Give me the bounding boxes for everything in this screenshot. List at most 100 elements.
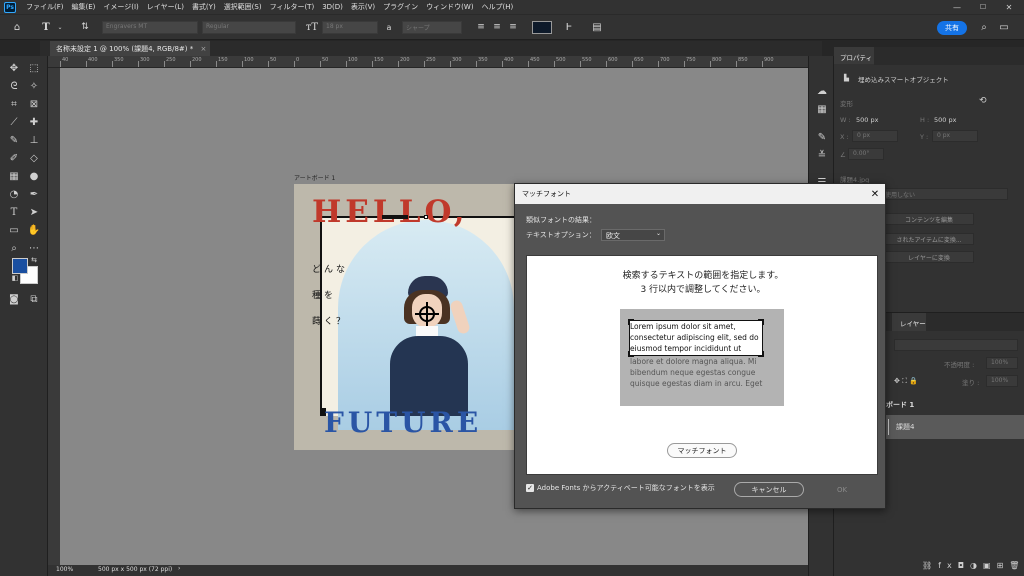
zoom-level[interactable]: 100% [56,566,73,573]
font-family-field[interactable]: Engravers MT [102,21,198,34]
sample-text-area[interactable]: Lorem ipsum dolor sit amet, consectetur … [620,309,784,406]
lasso-tool-icon[interactable]: ᘓ [6,79,22,94]
y-field[interactable]: 0 px [932,130,978,142]
layers-tab[interactable]: レイヤー [900,318,926,328]
menu-edit[interactable]: 編集(E) [68,2,100,12]
quick-mask-icon[interactable]: ◙ [6,292,22,307]
adjustments-panel-icon[interactable]: ✎ [814,130,830,145]
future-text[interactable]: FUTURE [324,406,482,439]
swatches-panel-icon[interactable]: ▦ [814,102,830,117]
layer-filter-field[interactable] [894,339,1018,351]
dialog-close-button[interactable]: ✕ [867,186,883,202]
fill-field[interactable]: 100% [986,375,1018,387]
zoom-tool-icon[interactable]: ⌕ [6,241,22,256]
foreground-color-swatch[interactable] [12,258,28,274]
gradient-tool-icon[interactable]: ▦ [6,169,22,184]
menu-filter[interactable]: フィルター(T) [266,2,319,12]
antialias-field[interactable]: シャープ [402,21,462,34]
align-center-icon[interactable]: ≡ [490,20,504,34]
ok-button[interactable]: OK [812,482,872,497]
marquee-tool-icon[interactable]: ⬚ [26,61,42,76]
document-size-info[interactable]: 500 px x 500 px (72 ppi) [98,566,172,573]
screen-mode-icon[interactable]: ⧉ [26,292,42,307]
hand-tool-icon[interactable]: ✋ [26,223,42,238]
x-field[interactable]: 0 px [852,130,898,142]
menu-file[interactable]: ファイル(F) [22,2,68,12]
move-tool-icon[interactable]: ✥ [6,61,22,76]
menu-layer[interactable]: レイヤー(L) [143,2,188,12]
comps-select[interactable]: を使用しない [874,188,1008,200]
layer-actions-icons[interactable]: ⛓fx◘◑▣⊞🗑 [922,561,1024,570]
menu-image[interactable]: イメージ(I) [99,2,142,12]
swap-colors-icon[interactable]: ⇆ [29,255,39,265]
selection-corner-br[interactable] [758,351,764,357]
selection-handle-top[interactable] [382,215,408,219]
default-colors-icon[interactable]: ◧ [10,273,20,283]
type-tool-icon[interactable]: T [6,205,22,220]
maximize-button[interactable]: ☐ [970,0,996,14]
artboard[interactable]: HELLO, どんな 種を 蒔く？ FUTURE [294,184,514,450]
healing-brush-tool-icon[interactable]: ✚ [26,115,42,130]
chevron-down-icon[interactable]: ⌄ [53,20,67,34]
match-font-button[interactable]: マッチフォント [667,443,737,458]
panels-toggle-icon[interactable]: ▤ [590,20,604,34]
workspace-icon[interactable]: ▭ [997,20,1011,34]
convert-layers-button[interactable]: レイヤーに変換 [884,251,974,263]
path-selection-tool-icon[interactable]: ➤ [26,205,42,220]
edit-contents-button[interactable]: コンテンツを編集 [884,213,974,225]
tab-close-icon[interactable]: × [200,45,206,53]
stamp-tool-icon[interactable]: ⊥ [26,133,42,148]
brush-tool-icon[interactable]: ✎ [6,133,22,148]
w-value[interactable]: 500 px [856,116,878,124]
menu-plugins[interactable]: プラグイン [379,2,422,12]
lock-icons[interactable]: ✥ ⛶ 🔒 [894,377,918,386]
opacity-field[interactable]: 100% [986,357,1018,369]
adobe-fonts-checkbox[interactable]: ✓ [526,484,534,492]
warp-text-icon[interactable]: Ⱶ [562,20,576,34]
brushes-panel-icon[interactable]: ≚ [814,148,830,163]
reset-transform-icon[interactable]: ⟲ [979,96,987,106]
menu-help[interactable]: ヘルプ(H) [478,2,518,12]
pen-tool-icon[interactable]: ✒ [26,187,42,202]
blur-tool-icon[interactable]: ● [26,169,42,184]
align-right-icon[interactable]: ≡ [506,20,520,34]
dodge-tool-icon[interactable]: ◔ [6,187,22,202]
align-left-icon[interactable]: ≡ [474,20,488,34]
cancel-button[interactable]: キャンセル [734,482,804,497]
menu-type[interactable]: 書式(Y) [188,2,220,12]
eraser-tool-icon[interactable]: ◇ [26,151,42,166]
search-icon[interactable]: ⌕ [977,20,991,34]
hello-text[interactable]: HELLO, [312,194,469,230]
document-tab[interactable]: 名称未設定 1 @ 100% (課題4, RGB/8#) * × [50,41,210,56]
artboard-label[interactable]: アートボード 1 [294,173,335,182]
eyedropper-tool-icon[interactable]: ⟋ [6,115,22,130]
menu-select[interactable]: 選択範囲(S) [220,2,266,12]
menu-view[interactable]: 表示(V) [347,2,379,12]
history-brush-tool-icon[interactable]: ✐ [6,151,22,166]
crop-tool-icon[interactable]: ⌗ [6,97,22,112]
adobe-fonts-label[interactable]: Adobe Fonts からアクティベート可能なフォントを表示 [537,483,715,493]
menu-window[interactable]: ウィンドウ(W) [422,2,477,12]
text-color-swatch[interactable] [532,21,552,34]
rectangle-tool-icon[interactable]: ▭ [6,223,22,238]
status-chevron-icon[interactable]: › [178,565,180,572]
minimize-button[interactable]: — [944,0,970,14]
home-icon[interactable]: ⌂ [10,20,24,34]
share-button[interactable]: 共有 [937,21,967,35]
h-value[interactable]: 500 px [934,116,956,124]
font-style-field[interactable]: Regular [202,21,296,34]
text-selection-preview[interactable]: 検索するテキストの範囲を指定します。 3 行以内で調整してください。 Lorem… [526,255,878,475]
properties-tab[interactable]: プロパティ [840,52,872,62]
convert-linked-button[interactable]: されたアイテムに変換... [884,233,974,245]
magic-wand-tool-icon[interactable]: ✧ [26,79,42,94]
angle-field[interactable]: 0.00° [848,148,884,160]
more-tools-icon[interactable]: ⋯ [26,241,42,256]
menu-3d[interactable]: 3D(D) [318,3,347,11]
type-tool-preset-icon[interactable]: T [39,20,53,34]
text-option-select[interactable]: 欧文 ⌄ [601,229,665,241]
selection-corner-tr[interactable] [758,319,764,325]
font-size-field[interactable]: 18 px [322,21,378,34]
frame-tool-icon[interactable]: ⊠ [26,97,42,112]
color-panel-icon[interactable]: ☁ [814,84,830,99]
toggle-orientation-icon[interactable]: ⇅ [78,20,92,34]
